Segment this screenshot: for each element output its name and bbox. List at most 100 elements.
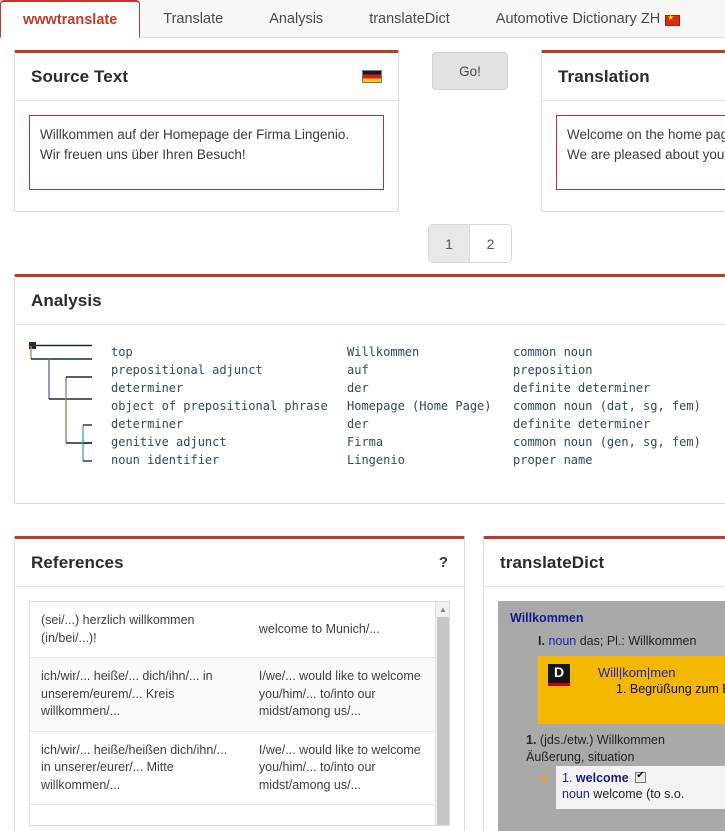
tree-row: noun identifier Lingenio proper name [29, 453, 725, 471]
tree-function: prepositional adjunct [111, 363, 263, 377]
orange-arrow-icon: ➜ [538, 769, 549, 785]
translation-header: Translation [542, 53, 725, 101]
numbered-sense-text: (jds./etw.) Willkommen [539, 732, 665, 747]
dictionary-numbered-sense: 1. (jds./etw.) Willkommen Äußerung, situ… [498, 724, 725, 766]
tree-pos: proper name [513, 453, 593, 467]
scrollbar-thumb[interactable] [437, 617, 449, 825]
tree-row: genitive adjunct Firma common noun (gen, s… [29, 435, 725, 453]
tree-function: genitive adjunct [111, 435, 227, 449]
cn-flag-icon [665, 12, 681, 26]
tree-pos: preposition [513, 363, 593, 377]
references-scrollbar[interactable]: ▲ [435, 602, 449, 825]
app-root: wwwtranslate Translate Analysis translat… [0, 0, 725, 831]
dictionary-entry: Willkommen I. noun das; Pl.: Willkommen … [498, 601, 725, 831]
page-button-2[interactable]: 2 [470, 225, 511, 262]
tab-label: Analysis [269, 11, 324, 27]
tab-translatedict[interactable]: translateDict [346, 0, 473, 37]
page-title-analysis: Analysis [31, 290, 102, 310]
duden-headword: Will|kom|men [598, 664, 676, 680]
duden-definition: 1. Begrüßung zum E [616, 682, 725, 697]
tree-pos: common noun [513, 345, 593, 359]
tab-automotive-dictionary-zh[interactable]: Automotive Dictionary ZH [473, 0, 703, 37]
page-button-1[interactable]: 1 [429, 225, 470, 262]
hit-num: 1. [562, 770, 573, 785]
translation-output[interactable] [556, 115, 725, 190]
hit-gloss-line: noun welcome (to s.o. [562, 786, 725, 803]
tree-function: determiner [111, 417, 184, 431]
tab-label: Automotive Dictionary ZH [495, 11, 661, 27]
references-panel: References ? (sei/...) herzlich willkomm… [14, 536, 465, 831]
tree-pos: definite determiner [513, 417, 651, 431]
reference-source: (sei/...) herzlich willkommen (in/bei/..… [30, 602, 248, 658]
tab-analysis[interactable]: Analysis [246, 0, 346, 37]
sense-rest: das; Pl.: Willkommen [579, 633, 697, 648]
reference-target: welcome to Munich/... [247, 602, 449, 658]
de-flag-icon [362, 70, 382, 83]
tree-row: top Willkommen common noun [29, 345, 725, 363]
references-table: (sei/...) herzlich willkommen (in/bei/..… [30, 602, 449, 805]
tree-pos: definite determiner [513, 381, 651, 395]
tab-gloss[interactable]: Gloss [703, 0, 725, 37]
reference-target: I/we/... would like to welcome you/him/.… [247, 731, 449, 805]
table-row[interactable]: ich/wir/... heiße/heißen dich/ihn/... in… [30, 731, 449, 805]
duden-content: Will|kom|men 1. Begrüßung zum E [598, 664, 725, 698]
numbered-sense-sub: Äußerung, situation [526, 749, 635, 764]
tree-function: noun identifier [111, 453, 220, 467]
tab-label: Translate [163, 11, 224, 27]
page-title-source: Source Text [31, 66, 129, 86]
translation-body [542, 101, 725, 209]
translatedict-header: translateDict [484, 539, 725, 587]
tree-row: determiner der definite determiner [29, 417, 725, 435]
dictionary-headword: Willkommen [510, 611, 584, 625]
pagination: 1 2 [429, 225, 511, 262]
tree-word: Homepage (Home Page) [347, 399, 492, 413]
tree-function: determiner [111, 381, 184, 395]
dictionary-sense-line: I. noun das; Pl.: Willkommen [498, 633, 725, 650]
tree-row: prepositional adjunct auf preposition [29, 363, 725, 381]
hit-gloss: welcome (to s.o. [593, 787, 685, 802]
scroll-up-icon[interactable]: ▲ [436, 602, 449, 617]
reference-source: ich/wir/... heiße/heißen dich/ihn/... in… [30, 731, 248, 805]
source-text-body [15, 101, 398, 209]
sense-roman: I. [538, 633, 545, 648]
dictionary-hit[interactable]: ➜ 1. welcome noun welcome (to s.o. [538, 765, 725, 810]
help-icon[interactable]: ? [439, 554, 448, 571]
translatedict-body: Willkommen I. noun das; Pl.: Willkommen … [484, 587, 725, 831]
tree-word: auf [347, 363, 369, 377]
sense-pos-link[interactable]: noun [548, 634, 576, 648]
analysis-body: top Willkommen common noun prepositional ad… [15, 325, 725, 485]
hit-term[interactable]: welcome [576, 771, 629, 785]
references-body: (sei/...) herzlich willkommen (in/bei/..… [15, 587, 464, 831]
translatedict-panel: translateDict Willkommen I. noun das; Pl… [483, 536, 725, 831]
tab-label: translateDict [369, 11, 450, 27]
tree-pos: common noun (gen, sg, fem) [513, 435, 701, 449]
tree-word: der [347, 417, 369, 431]
page-title-translatedict: translateDict [500, 552, 605, 572]
tab-wwwtranslate[interactable]: wwwtranslate [0, 0, 141, 38]
numbered-sense-num: 1. [526, 732, 537, 747]
duden-box: D Will|kom|men 1. Begrüßung zum E [538, 655, 725, 724]
go-button[interactable]: Go! [432, 52, 508, 90]
page-title-references: References [31, 552, 124, 572]
tree-row: object of prepositional phrase Homepage (… [29, 399, 725, 417]
analysis-panel: Analysis top Willkommen common noun prep… [14, 274, 725, 504]
tree-word: Willkommen [347, 345, 420, 359]
table-row[interactable]: (sei/...) herzlich willkommen (in/bei/..… [30, 602, 449, 658]
tree-rows: top Willkommen common noun prepositional ad… [29, 345, 725, 471]
tree-word: der [347, 381, 369, 395]
tree-word: Lingenio [347, 453, 405, 467]
tree-function: top [111, 345, 133, 359]
tree-function: object of prepositional phrase [111, 399, 328, 413]
checked-checkbox-icon[interactable] [635, 769, 647, 783]
duden-logo-icon: D [548, 663, 570, 686]
tab-translate[interactable]: Translate [140, 0, 246, 37]
tree-word: Firma [347, 435, 384, 449]
hit-pos[interactable]: noun [562, 787, 590, 801]
source-text-panel: Source Text [14, 50, 399, 212]
references-scroll-area: (sei/...) herzlich willkommen (in/bei/..… [29, 601, 450, 826]
table-row[interactable]: ich/wir/... heiße/... dich/ihn/... in un… [30, 657, 449, 732]
tab-label: wwwtranslate [23, 11, 118, 28]
tree-pos: common noun (dat, sg, fem) [513, 399, 701, 413]
source-text-input[interactable] [29, 115, 384, 190]
reference-source: ich/wir/... heiße/... dich/ihn/... in un… [30, 657, 248, 732]
